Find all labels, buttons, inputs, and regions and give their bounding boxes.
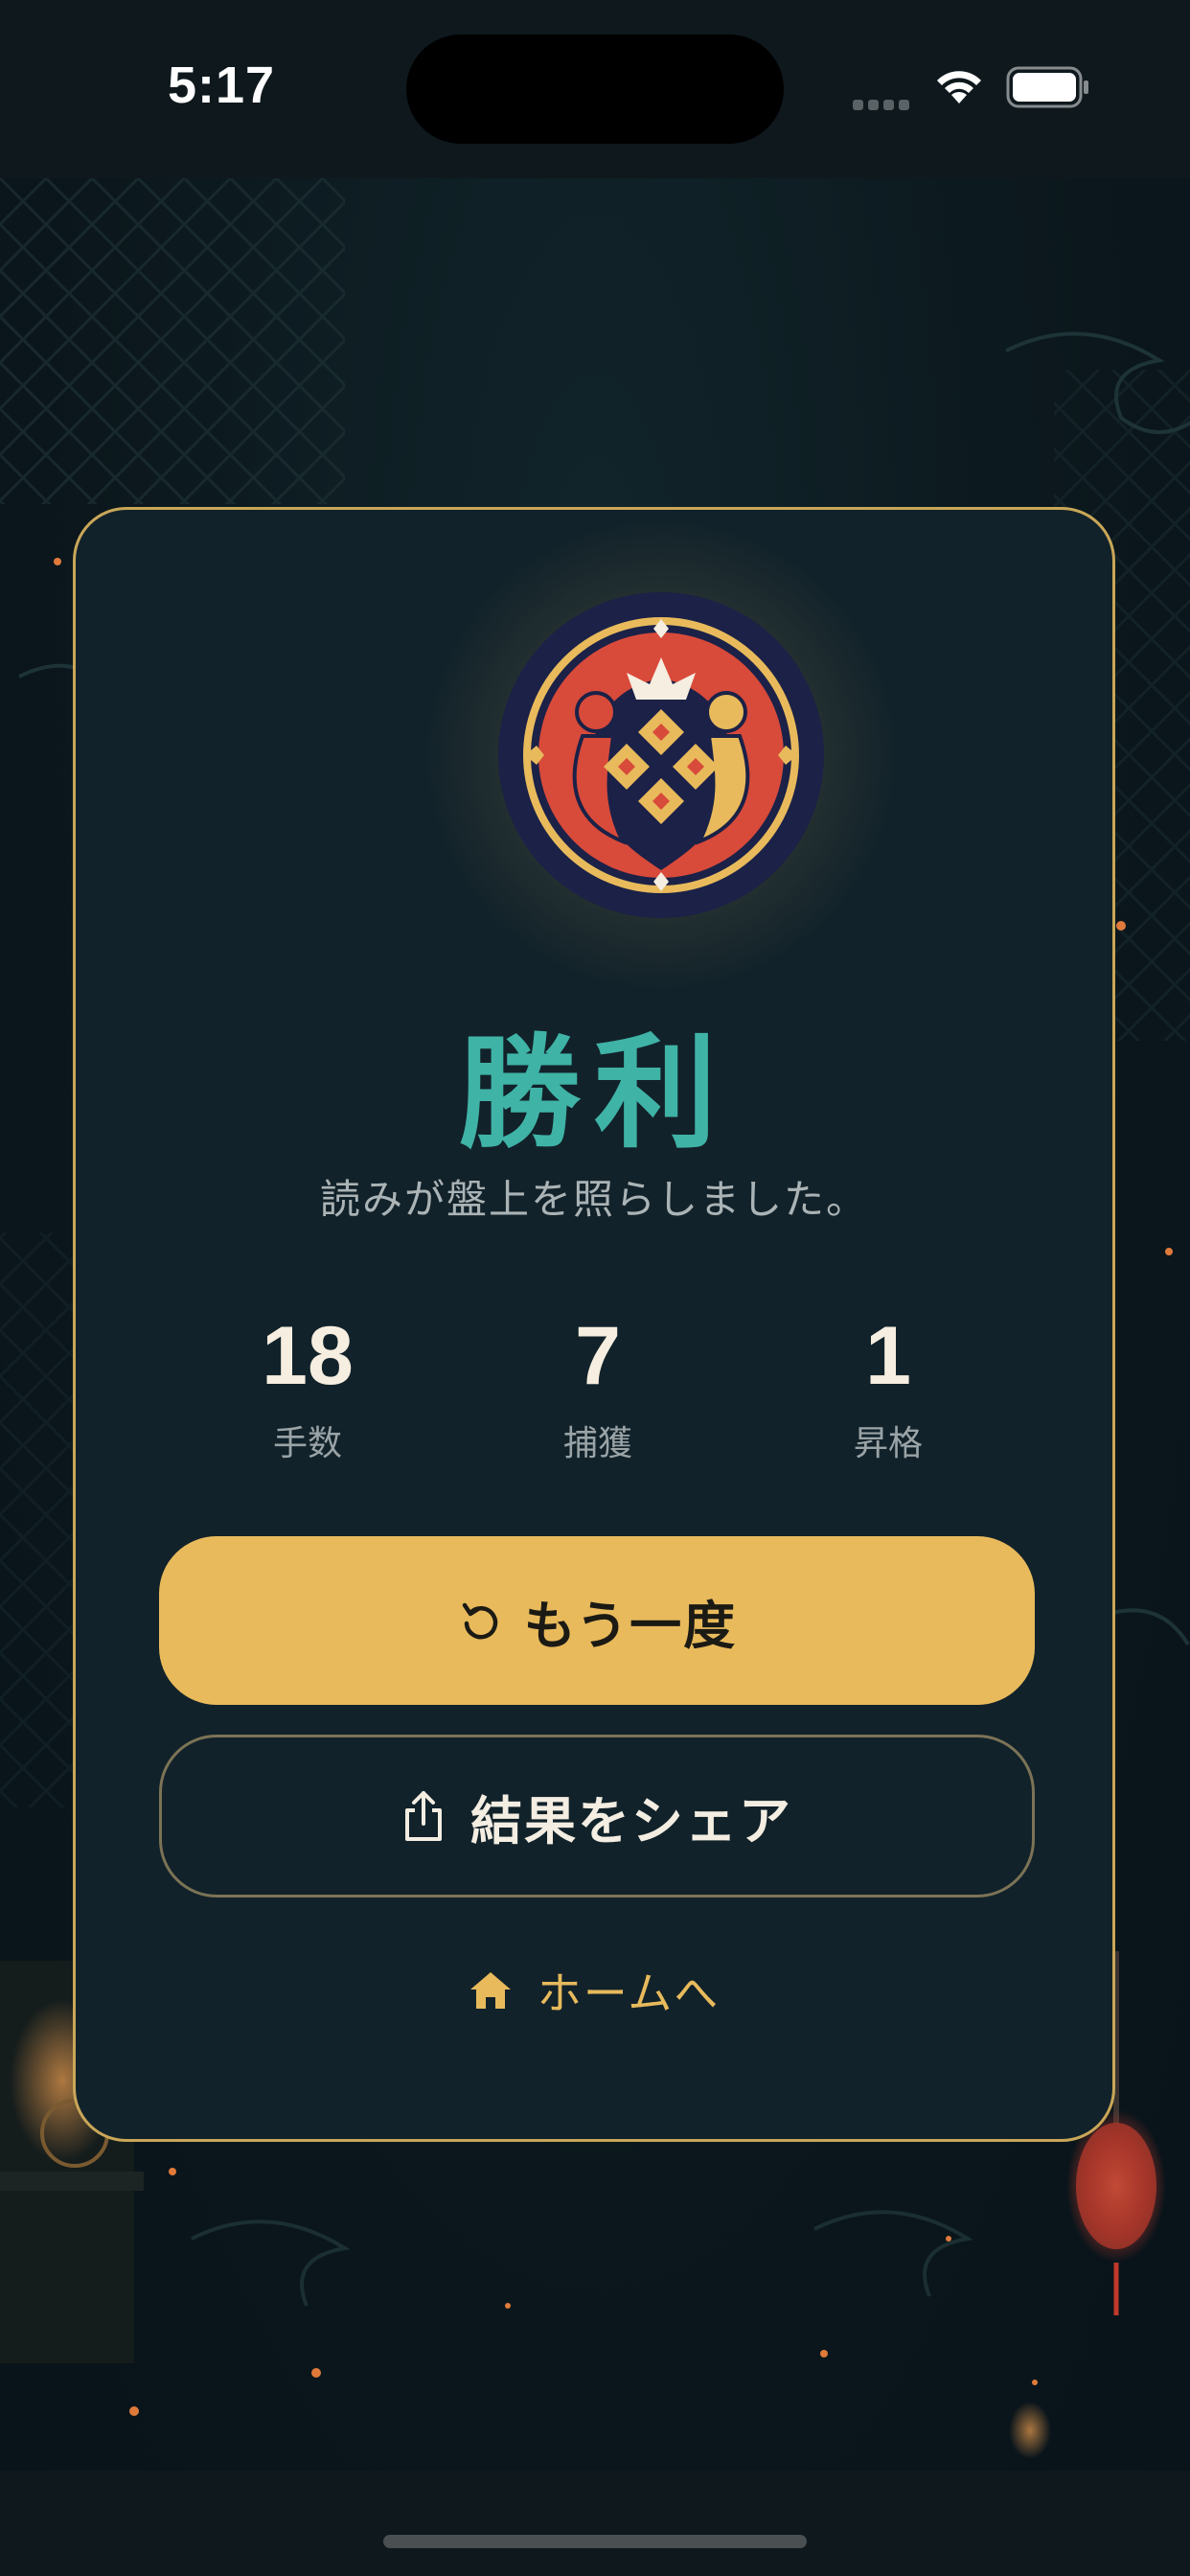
share-button-label: 結果をシェア	[470, 1790, 792, 1852]
stat-value: 18	[262, 1310, 354, 1402]
stats-row: 18 手数 7 捕獲 1 昇格	[162, 1310, 1034, 1463]
home-icon	[469, 1972, 511, 2009]
home-link[interactable]: ホームへ	[76, 1952, 1112, 2029]
refresh-icon	[462, 1602, 497, 1640]
stat-value: 7	[575, 1310, 621, 1402]
result-card: 勝利 読みが盤上を照らしました。 18 手数 7 捕獲 1 昇格 もう一度 結果…	[73, 507, 1115, 2142]
stat-promotions: 1 昇格	[743, 1310, 1034, 1465]
stat-moves: 18 手数	[162, 1310, 453, 1465]
dynamic-island	[406, 34, 784, 144]
status-bar: 5:17	[0, 0, 1190, 178]
emblem	[422, 516, 901, 995]
wifi-icon	[937, 71, 981, 104]
stat-label: 手数	[272, 1424, 342, 1463]
share-button[interactable]: 結果をシェア	[159, 1735, 1035, 1898]
share-icon	[405, 1791, 442, 1841]
stat-captures: 7 捕獲	[452, 1310, 744, 1465]
status-time: 5:17	[168, 57, 276, 114]
home-indicator	[383, 2535, 807, 2548]
home-link-label: ホームへ	[537, 1967, 721, 2019]
retry-button[interactable]: もう一度	[159, 1536, 1035, 1705]
result-title: 勝利	[457, 1023, 730, 1165]
stat-label: 捕獲	[562, 1424, 632, 1463]
cellular-signal-icon	[853, 96, 914, 114]
bottom-safe-area	[0, 2471, 1190, 2576]
result-subtitle: 読みが盤上を照らしました。	[319, 1176, 868, 1223]
retry-button-label: もう一度	[523, 1595, 738, 1656]
stat-label: 昇格	[853, 1424, 923, 1463]
stat-value: 1	[865, 1310, 911, 1402]
battery-icon	[1006, 66, 1088, 108]
shogi-crest-emblem	[498, 592, 824, 918]
